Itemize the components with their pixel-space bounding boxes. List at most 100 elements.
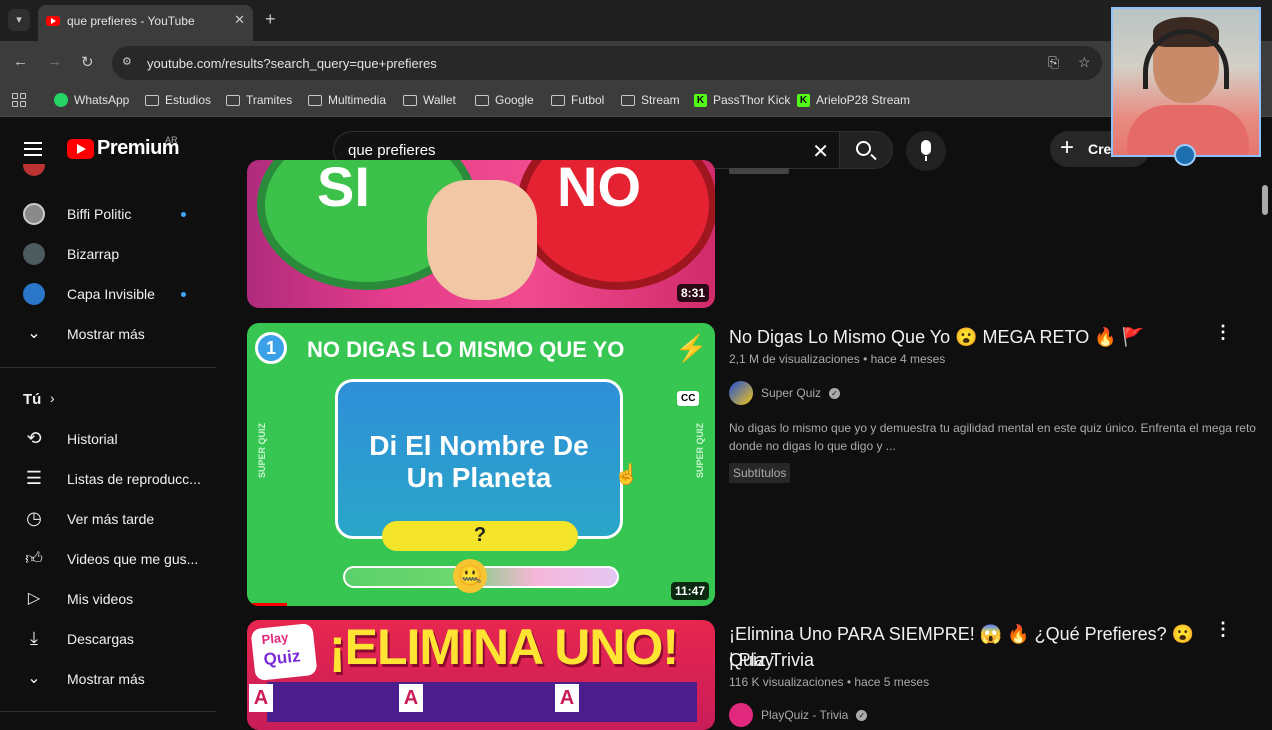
sidebar-item-my-videos[interactable]: ▷ Mis videos [0, 579, 216, 619]
sidebar-item-watch-later[interactable]: ◷ Ver más tarde [0, 499, 216, 539]
chevron-down-icon: ⌄ [27, 670, 41, 687]
sidebar-divider [0, 711, 216, 712]
search-icon [856, 141, 871, 156]
channel-avatar [23, 283, 45, 305]
truncated-text [729, 168, 789, 174]
thumb-option-tag: A [249, 684, 273, 712]
sidebar-item-playlists[interactable]: ☰ Listas de reproducc... [0, 459, 216, 499]
whatsapp-icon [54, 93, 68, 107]
thumb-side-label: SUPER QUIZ [695, 423, 705, 479]
sidebar-item-capa-invisible[interactable]: Capa Invisible [0, 274, 216, 314]
section-title: Tú [23, 391, 42, 408]
bookmark-passthor-kick[interactable]: K PassThor Kick [694, 93, 790, 107]
sidebar-item-biffi-politic[interactable]: Biffi Politic [0, 194, 216, 234]
bookmark-whatsapp[interactable]: WhatsApp [54, 93, 129, 107]
bookmark-futbol[interactable]: Futbol [551, 93, 604, 107]
chevron-down-icon: ⌄ [27, 325, 41, 342]
history-icon: ⟲ [26, 428, 42, 448]
webcam-overlay [1111, 7, 1261, 157]
menu-icon[interactable] [24, 142, 42, 156]
forward-icon[interactable]: → [47, 53, 62, 70]
site-info-icon[interactable]: ⚙ [122, 55, 136, 69]
zipper-mouth-emoji-icon: 🤐 [453, 559, 487, 593]
sidebar-item-label: Capa Invisible [67, 286, 155, 302]
reload-icon[interactable]: ↻ [81, 53, 94, 71]
video-thumbnail-1[interactable]: SI NO 8:31 [247, 160, 715, 308]
tab-search-button[interactable]: ▾ [8, 9, 30, 31]
more-options-icon[interactable]: ⋮ [1214, 322, 1232, 343]
channel-link[interactable]: Super Quiz ✓ [729, 381, 841, 405]
folder-icon [403, 94, 417, 106]
bookmark-multimedia[interactable]: Multimedia [308, 93, 386, 107]
lightning-icon: ⚡ [675, 333, 708, 363]
sidebar-you-section[interactable]: Tú › [0, 379, 216, 419]
thumb-options-row [267, 682, 697, 722]
thumbs-up-icon: 👍︎ [25, 549, 43, 568]
subtitles-badge: Subtítulos [729, 463, 791, 483]
browser-tab[interactable]: que prefieres - YouTube ✕ [38, 5, 253, 41]
sidebar-item-label: Ver más tarde [67, 511, 155, 527]
mouse-cursor-icon: ☝ [614, 464, 639, 486]
video-thumbnail-2[interactable]: 1 NO DIGAS LO MISMO QUE YO ⚡ CC Di El No… [247, 323, 715, 606]
bookmark-google[interactable]: Google [475, 93, 534, 107]
sidebar-item-historial[interactable]: ⟲ Historial [0, 419, 216, 459]
folder-icon [226, 94, 240, 106]
clock-icon: ◷ [26, 508, 42, 528]
youtube-favicon-icon [46, 16, 60, 26]
my-videos-icon: ▷ [27, 590, 41, 607]
bookmark-star-icon[interactable]: ☆ [1078, 54, 1091, 71]
page-scrollbar[interactable] [1262, 185, 1268, 215]
url-field[interactable]: ⚙ youtube.com/results?search_query=que+p… [112, 46, 1102, 80]
sidebar-item-label: Mis videos [67, 591, 134, 607]
watch-progress [247, 603, 287, 606]
video-title[interactable]: No Digas Lo Mismo Que Yo 😮 MEGA RETO 🔥 🚩 [729, 324, 1144, 350]
account-avatar[interactable] [1174, 144, 1196, 166]
sidebar-show-more-subscriptions[interactable]: ⌄ Mostrar más [0, 314, 216, 354]
sidebar-item-label: Videos que me gus... [67, 551, 199, 567]
close-tab-icon[interactable]: ✕ [234, 12, 245, 28]
new-tab-icon[interactable]: + [265, 9, 276, 30]
sidebar-item-liked-videos[interactable]: 👍︎ Videos que me gus... [0, 539, 216, 579]
video-thumbnail-3[interactable]: Play Quiz ¡ELIMINA UNO! A A A [247, 620, 715, 730]
bookmark-arielop28-stream[interactable]: K ArieloP28 Stream [797, 93, 910, 107]
address-bar-row: ← → ↻ ⚙ youtube.com/results?search_query… [0, 41, 1272, 85]
verified-check-icon: ✓ [829, 387, 841, 399]
sidebar-item-label: Bizarrap [67, 246, 120, 262]
sidebar: Biffi Politic Bizarrap Capa Invisible ⌄ … [0, 164, 216, 720]
closed-captions-icon: CC [677, 391, 700, 406]
video-description-line-2: donde no digas lo que digo y ... [729, 439, 896, 453]
folder-icon [475, 94, 489, 106]
back-icon[interactable]: ← [13, 53, 28, 70]
thumb-hand [427, 180, 537, 300]
sidebar-show-more-you[interactable]: ⌄ Mostrar más [0, 659, 216, 699]
thumb-answer-box: ? [382, 521, 578, 551]
bookmark-estudios[interactable]: Estudios [145, 93, 211, 107]
bookmark-stream[interactable]: Stream [621, 93, 680, 107]
thumb-question-card: Di El Nombre De Un Planeta [335, 379, 623, 539]
more-options-icon[interactable]: ⋮ [1214, 619, 1232, 640]
sidebar-item-downloads[interactable]: ⤓ Descargas [0, 619, 216, 659]
thumb-option-tag: A [555, 684, 579, 712]
install-app-icon[interactable]: ⎘ [1048, 54, 1059, 71]
sidebar-item-partial[interactable] [0, 164, 216, 182]
video-metadata: 116 K visualizaciones • hace 5 meses [729, 675, 930, 689]
apps-grid-icon[interactable] [12, 93, 26, 107]
thumb-side-label: SUPER QUIZ [257, 423, 267, 479]
sidebar-item-label: Descargas [67, 631, 134, 647]
playquiz-logo: Play Quiz [250, 622, 318, 682]
bookmark-wallet[interactable]: Wallet [403, 93, 456, 107]
sidebar-item-bizarrap[interactable]: Bizarrap [0, 234, 216, 274]
folder-icon [551, 94, 565, 106]
url-text: youtube.com/results?search_query=que+pre… [147, 56, 437, 71]
channel-name: Super Quiz [761, 386, 822, 400]
video-title-line-2[interactable]: Quiz Trivia [729, 647, 814, 673]
bookmark-tramites[interactable]: Tramites [226, 93, 292, 107]
kick-icon: K [694, 93, 707, 107]
youtube-premium-logo[interactable]: Premium [67, 137, 180, 160]
search-button[interactable] [839, 131, 893, 169]
new-content-dot [181, 292, 186, 297]
clear-search-icon[interactable]: ✕ [812, 139, 829, 164]
channel-link[interactable]: PlayQuiz - Trivia ✓ [729, 703, 868, 727]
thumb-text-yes: SI [317, 160, 370, 218]
voice-search-button[interactable] [906, 131, 946, 171]
